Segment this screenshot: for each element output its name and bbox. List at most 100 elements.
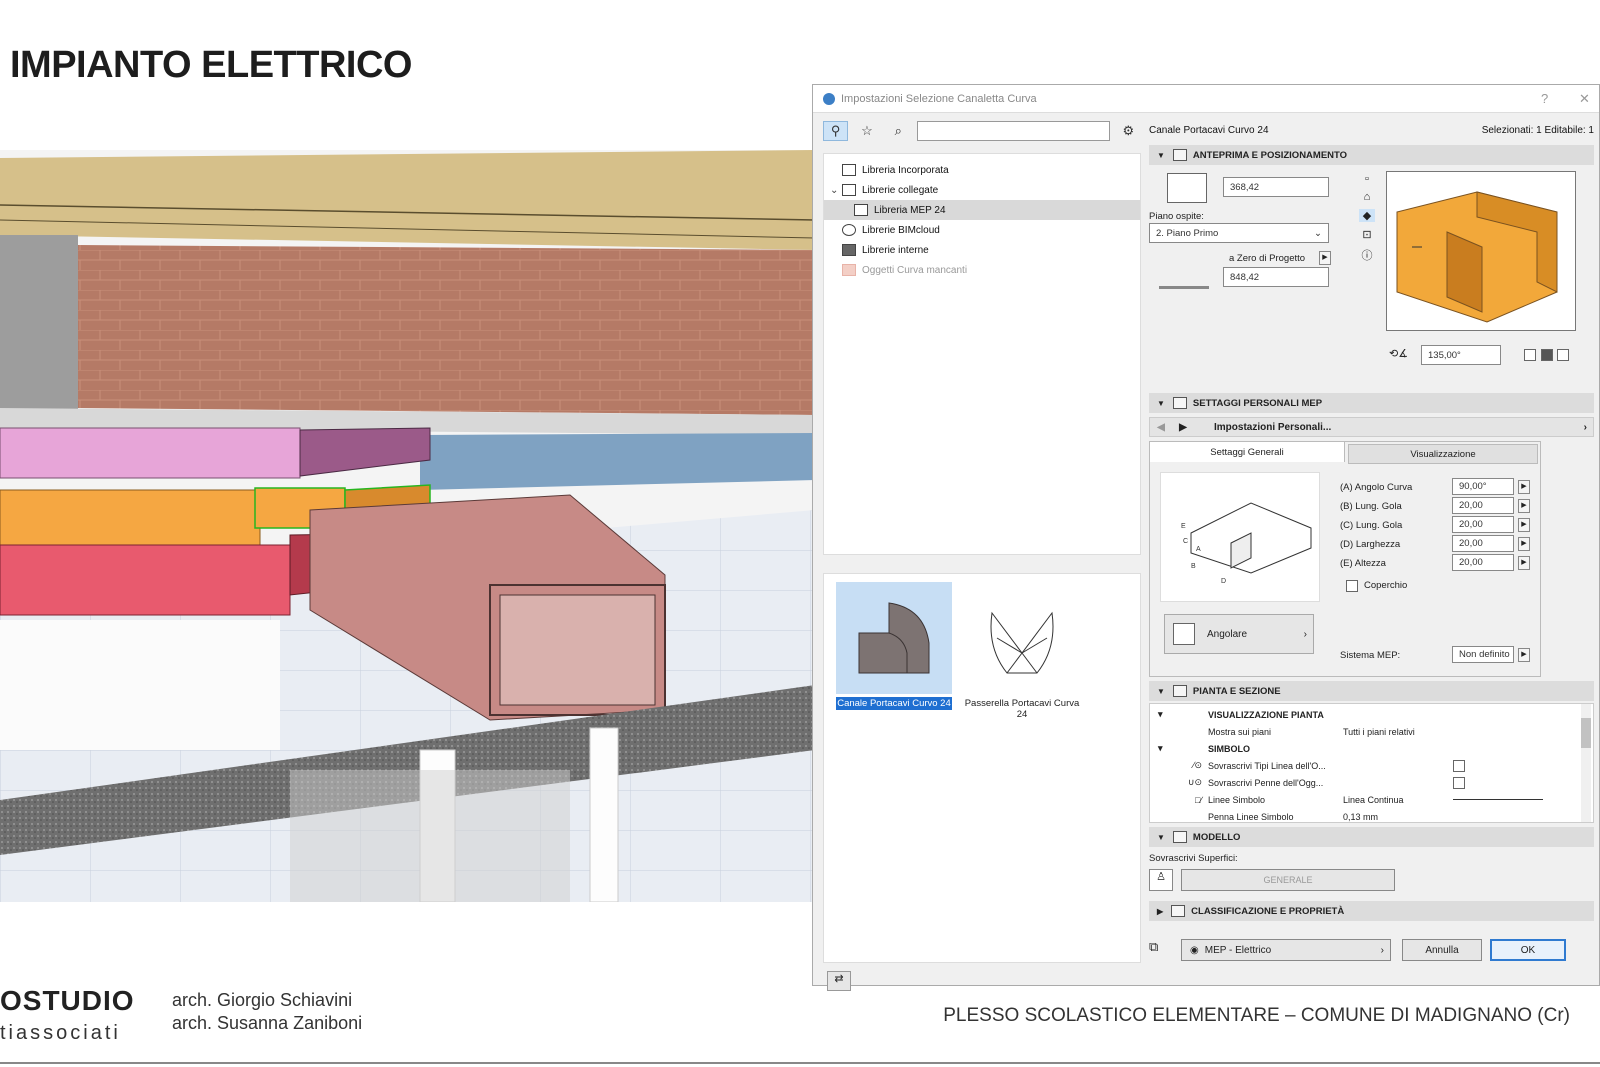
plan-section-icon <box>1172 685 1187 697</box>
row-symbol-pen[interactable]: Penna Linee Simbolo 0,13 mm <box>1158 808 1578 822</box>
tree-item-oggetti-mancanti[interactable]: Oggetti Curva mancanti <box>824 260 1140 280</box>
mep-section-icon <box>1172 397 1187 409</box>
object-thumbnails: Canale Portacavi Curvo 24 Passerella Por… <box>823 573 1141 963</box>
chevron-right-icon: › <box>1303 628 1307 640</box>
slide-title: IMPIANTO ELETTRICO <box>10 44 412 86</box>
section-preview[interactable]: ▼ ANTEPRIMA E POSIZIONAMENTO <box>1149 145 1594 165</box>
surface-select[interactable]: GENERALE <box>1181 869 1395 891</box>
channel-diagram: E C A B D <box>1181 502 1312 585</box>
rotation-field[interactable] <box>1421 345 1501 365</box>
section-view-icon[interactable]: ⌂ <box>1359 191 1375 203</box>
host-story-select[interactable]: 2. Piano Primo ⌄ <box>1149 223 1329 243</box>
override-line-types-checkbox[interactable] <box>1453 759 1465 772</box>
section-classification[interactable]: ▶ CLASSIFICAZIONE E PROPRIETÀ <box>1149 901 1594 921</box>
line-sample <box>1453 799 1543 800</box>
search-icon[interactable]: ⌕ <box>886 121 911 141</box>
row-symbol-lines[interactable]: □∕ Linee Simbolo Linea Continua <box>1158 791 1578 808</box>
elevation-icon <box>1167 173 1207 203</box>
brick-wall <box>78 245 815 415</box>
zero-ref-button[interactable]: ▶ <box>1319 251 1331 265</box>
project-label: PLESSO SCOLASTICO ELEMENTARE – COMUNE DI… <box>943 1005 1570 1026</box>
tree-item-librerie-interne[interactable]: Librerie interne <box>824 240 1140 260</box>
thumbnail-passerella-portacavi[interactable]: Passerella Portacavi Curva 24 <box>964 582 1080 721</box>
svg-text:D: D <box>1221 578 1226 585</box>
override-pens-checkbox[interactable] <box>1453 776 1465 789</box>
object-3d-preview[interactable] <box>1386 171 1576 331</box>
library-view-button[interactable]: ⚲ <box>823 121 849 141</box>
param-arrow-c[interactable]: ▶ <box>1518 518 1530 532</box>
favorites-star-icon[interactable]: ☆ <box>854 121 879 141</box>
row-override-line-types[interactable]: ∕⊙ Sovrascrivi Tipi Linea dell'O... <box>1158 757 1578 774</box>
library-browser: ⚲ ☆ ⌕ ⚙ Libreria Incorporata ⌄ Librerie … <box>823 119 1141 991</box>
linked-library-icon <box>842 184 856 196</box>
mirror-checkbox[interactable] <box>1524 349 1536 361</box>
dialog-titlebar[interactable]: Impostazioni Selezione Canaletta Curva ?… <box>813 85 1599 113</box>
3d-view-icon[interactable]: ◆ <box>1359 209 1375 222</box>
param-arrow-b[interactable]: ▶ <box>1518 499 1530 513</box>
model-section-icon <box>1172 831 1187 843</box>
param-arrow-a[interactable]: ▶ <box>1518 480 1530 494</box>
mep-system-arrow[interactable]: ▶ <box>1518 648 1530 662</box>
3d-render <box>0 150 815 902</box>
section-mep[interactable]: ▼ SETTAGGI PERSONALI MEP <box>1149 393 1594 413</box>
library-manager-button[interactable]: ⇄ <box>827 971 851 991</box>
cancel-button[interactable]: Annulla <box>1402 939 1482 961</box>
mep-system-select[interactable]: Non definito <box>1452 646 1514 663</box>
project-zero-field[interactable] <box>1223 267 1329 287</box>
thumbnail-canale-portacavi[interactable]: Canale Portacavi Curvo 24 <box>836 582 952 710</box>
param-field-d[interactable] <box>1452 535 1514 552</box>
ok-button[interactable]: OK <box>1490 939 1566 961</box>
plan-view-icon[interactable]: ▫ <box>1359 173 1375 185</box>
settings-pane: Canale Portacavi Curvo 24 Selezionati: 1… <box>1149 119 1594 979</box>
param-field-b[interactable] <box>1452 497 1514 514</box>
tree-item-bimcloud[interactable]: Librerie BIMcloud <box>824 220 1140 240</box>
chevron-down-icon[interactable]: ⌄ <box>830 185 840 196</box>
expand-triangle-icon: ▾ <box>1158 709 1163 719</box>
param-field-c[interactable] <box>1452 516 1514 533</box>
library-search-input[interactable] <box>916 121 1110 141</box>
group-plan-display[interactable]: ▾ VISUALIZZAZIONE PIANTA <box>1158 706 1578 723</box>
param-field-e[interactable] <box>1452 554 1514 571</box>
layer-select[interactable]: ◉ MEP - Elettrico › <box>1181 939 1391 961</box>
tab-visualizzazione[interactable]: Visualizzazione <box>1348 444 1538 464</box>
param-arrow-e[interactable]: ▶ <box>1518 556 1530 570</box>
scrollbar[interactable] <box>1581 704 1591 822</box>
elevation-view-icon[interactable]: ⊡ <box>1359 228 1375 241</box>
library-icon <box>842 164 856 176</box>
scrollbar-thumb[interactable] <box>1581 718 1591 748</box>
zero-label: a Zero di Progetto <box>1229 253 1306 264</box>
row-override-pens[interactable]: ∪⊙ Sovrascrivi Penne dell'Ogg... <box>1158 774 1578 791</box>
mirror-toggle[interactable] <box>1541 349 1553 361</box>
param-field-a[interactable] <box>1452 478 1514 495</box>
group-symbol[interactable]: ▾ SIMBOLO <box>1158 740 1578 757</box>
shape-selector[interactable]: Angolare › <box>1164 614 1314 654</box>
prev-arrow-icon[interactable]: ◀ <box>1150 422 1172 433</box>
help-button[interactable]: ? <box>1541 91 1548 106</box>
host-story-label: Piano ospite: <box>1149 211 1204 222</box>
3d-model-view[interactable] <box>0 150 815 902</box>
tree-item-libreria-mep[interactable]: Libreria MEP 24 <box>824 200 1140 220</box>
close-button[interactable]: ✕ <box>1579 91 1590 107</box>
classification-section-icon <box>1171 905 1186 917</box>
tab-settaggi-generali[interactable]: Settaggi Generali <box>1150 442 1345 462</box>
section-plan[interactable]: ▼ PIANTA E SEZIONE <box>1149 681 1594 701</box>
info-icon[interactable]: ⓘ <box>1359 247 1375 263</box>
collapse-triangle-icon: ▶ <box>1157 906 1164 916</box>
section-model[interactable]: ▼ MODELLO <box>1149 827 1594 847</box>
param-arrow-d[interactable]: ▶ <box>1518 537 1530 551</box>
chevron-down-icon: ⌄ <box>1314 227 1322 239</box>
next-arrow-icon[interactable]: ▶ <box>1172 422 1194 433</box>
mirror-off-checkbox[interactable] <box>1557 349 1569 361</box>
bimcloud-icon <box>842 224 856 236</box>
expand-triangle-icon: ▼ <box>1157 832 1165 842</box>
custom-settings-bar[interactable]: ◀ ▶ Impostazioni Personali... › <box>1149 417 1594 437</box>
tree-item-librerie-collegate[interactable]: ⌄ Librerie collegate <box>824 180 1140 200</box>
row-show-on-stories[interactable]: Mostra sui piani Tutti i piani relativi <box>1158 723 1578 740</box>
settings-dialog: Impostazioni Selezione Canaletta Curva ?… <box>812 84 1600 991</box>
footer-divider <box>0 1062 1600 1064</box>
gear-icon[interactable]: ⚙ <box>1116 121 1141 141</box>
cover-checkbox[interactable] <box>1346 580 1358 592</box>
paint-brush-icon[interactable]: ♙ <box>1149 869 1173 891</box>
tree-item-libreria-incorporata[interactable]: Libreria Incorporata <box>824 160 1140 180</box>
elevation-field[interactable] <box>1223 177 1329 197</box>
